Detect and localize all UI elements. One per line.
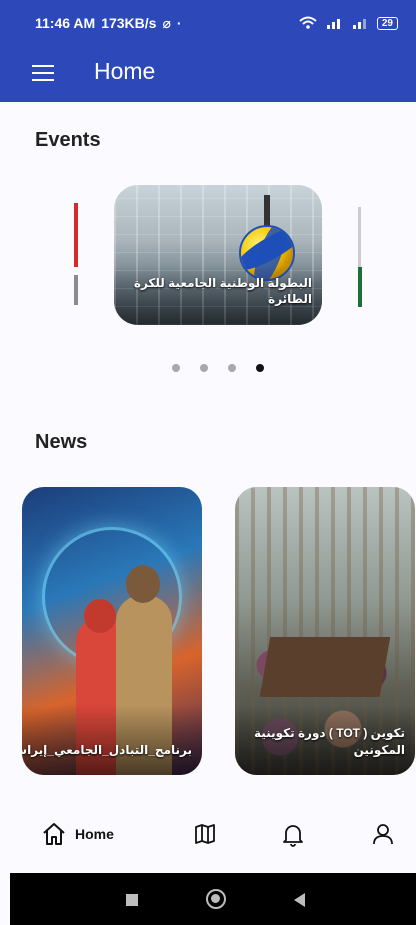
carousel-dot-active[interactable] bbox=[256, 364, 264, 372]
nav-profile[interactable] bbox=[371, 822, 395, 846]
signal-4g-icon bbox=[326, 19, 340, 29]
home-icon bbox=[43, 823, 65, 845]
status-time: 11:46 AM bbox=[35, 15, 96, 31]
event-card[interactable]: البطولة الوطنية الجامعية للكرة الطائرة bbox=[114, 185, 322, 325]
news-card[interactable]: تكوين ( TOT ) دورة تكوينية المكونين bbox=[235, 487, 415, 775]
nav-notifications[interactable] bbox=[281, 822, 305, 848]
status-bar: 11:46 AM 173KB/s ⌀ · 29 bbox=[0, 0, 416, 46]
event-card-next[interactable] bbox=[356, 207, 364, 307]
nav-home-label: Home bbox=[75, 826, 114, 842]
user-icon bbox=[373, 824, 393, 845]
back-button[interactable] bbox=[294, 893, 306, 907]
recents-button[interactable] bbox=[126, 894, 138, 906]
system-nav-bar bbox=[10, 873, 416, 925]
notification-dot-icon: · bbox=[176, 15, 182, 31]
wifi-icon bbox=[299, 16, 317, 29]
carousel-dot[interactable] bbox=[172, 364, 180, 372]
nav-map[interactable] bbox=[193, 822, 217, 846]
map-icon bbox=[195, 824, 215, 844]
status-speed: 173KB/s bbox=[101, 15, 157, 31]
bottom-nav: Home bbox=[0, 808, 416, 866]
news-heading: News bbox=[35, 431, 88, 453]
events-heading: Events bbox=[35, 129, 101, 151]
signal-icon bbox=[352, 19, 366, 29]
carousel-indicator bbox=[172, 364, 264, 372]
app-bar: Home bbox=[0, 46, 416, 102]
event-card-previous[interactable] bbox=[66, 203, 78, 307]
carousel-dot[interactable] bbox=[228, 364, 236, 372]
news-card[interactable]: برنامج_التبادل_الجامعي_إيراسموس bbox=[22, 487, 202, 775]
carousel-dot[interactable] bbox=[200, 364, 208, 372]
home-system-button[interactable] bbox=[206, 889, 226, 909]
news-caption: برنامج_التبادل_الجامعي_إيراسموس bbox=[22, 743, 192, 757]
bell-icon bbox=[283, 825, 303, 847]
alarm-off-icon: ⌀ bbox=[162, 14, 171, 31]
page-title: Home bbox=[94, 58, 156, 84]
menu-icon[interactable] bbox=[32, 65, 54, 83]
nav-home[interactable]: Home bbox=[41, 822, 114, 846]
event-caption: البطولة الوطنية الجامعية للكرة الطائرة bbox=[133, 276, 312, 306]
battery-indicator: 29 bbox=[376, 16, 398, 30]
news-caption: تكوين ( TOT ) دورة تكوينية المكونين bbox=[254, 726, 405, 757]
